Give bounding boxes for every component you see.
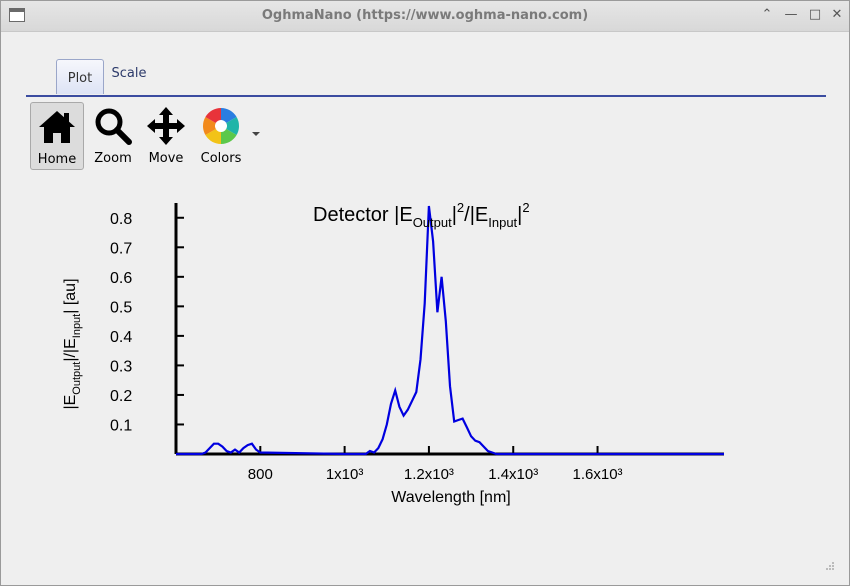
move-label: Move [148, 151, 184, 166]
color-wheel-icon [202, 108, 240, 144]
y-tick-label: 0.4 [110, 329, 132, 346]
y-tick-label: 0.6 [110, 270, 132, 287]
home-button[interactable]: Home [30, 102, 84, 170]
y-tick-label: 0.7 [110, 240, 132, 257]
app-window: OghmaNano (https://www.oghma-nano.com) ⌃… [0, 0, 850, 586]
minimize-button[interactable]: — [783, 7, 799, 23]
move-arrows-icon [147, 107, 185, 145]
magnifier-icon [95, 108, 132, 145]
y-tick-label: 0.8 [110, 211, 132, 228]
tab-scale[interactable]: Scale [104, 59, 154, 93]
home-icon [39, 111, 75, 143]
zoom-button[interactable]: Zoom [86, 102, 140, 170]
colors-button[interactable]: Colors [194, 102, 248, 170]
y-tick-label: 0.2 [110, 388, 132, 405]
resize-grip-icon[interactable] [825, 561, 835, 571]
x-tick-label: 1x10³ [326, 466, 364, 483]
tab-divider [26, 95, 826, 97]
chart-title: Detector |EOutput|2/|EInput|2 [313, 200, 530, 230]
restore-button[interactable]: □ [807, 7, 823, 23]
maximize-chevron-icon[interactable]: ⌃ [759, 7, 775, 23]
x-tick-label: 800 [248, 466, 273, 483]
title-bar: OghmaNano (https://www.oghma-nano.com) ⌃… [1, 1, 849, 32]
x-tick-label: 1.6x10³ [573, 466, 623, 483]
colors-dropdown-arrow-icon[interactable] [252, 132, 260, 136]
y-tick-label: 0.5 [110, 299, 132, 316]
close-button[interactable]: ✕ [829, 7, 845, 23]
series-line [176, 205, 724, 456]
home-label: Home [37, 152, 77, 167]
zoom-label: Zoom [94, 151, 132, 166]
move-button[interactable]: Move [139, 102, 193, 170]
x-tick-label: 1.2x10³ [404, 466, 454, 483]
y-tick-label: 0.3 [110, 358, 132, 375]
tab-plot[interactable]: Plot [56, 59, 104, 94]
spectrum-chart[interactable]: 0.1 0.2 0.3 0.4 0.5 0.6 0.7 0.8 800 1x10³ 1.2x10³… [1, 191, 850, 521]
window-title: OghmaNano (https://www.oghma-nano.com) [261, 8, 589, 23]
y-tick-label: 0.1 [110, 417, 132, 434]
colors-label: Colors [200, 151, 242, 166]
x-tick-label: 1.4x10³ [488, 466, 538, 483]
y-axis-label: |EOutput|/|EInput| [au] [62, 278, 83, 409]
x-axis-label: Wavelength [nm] [391, 489, 510, 506]
